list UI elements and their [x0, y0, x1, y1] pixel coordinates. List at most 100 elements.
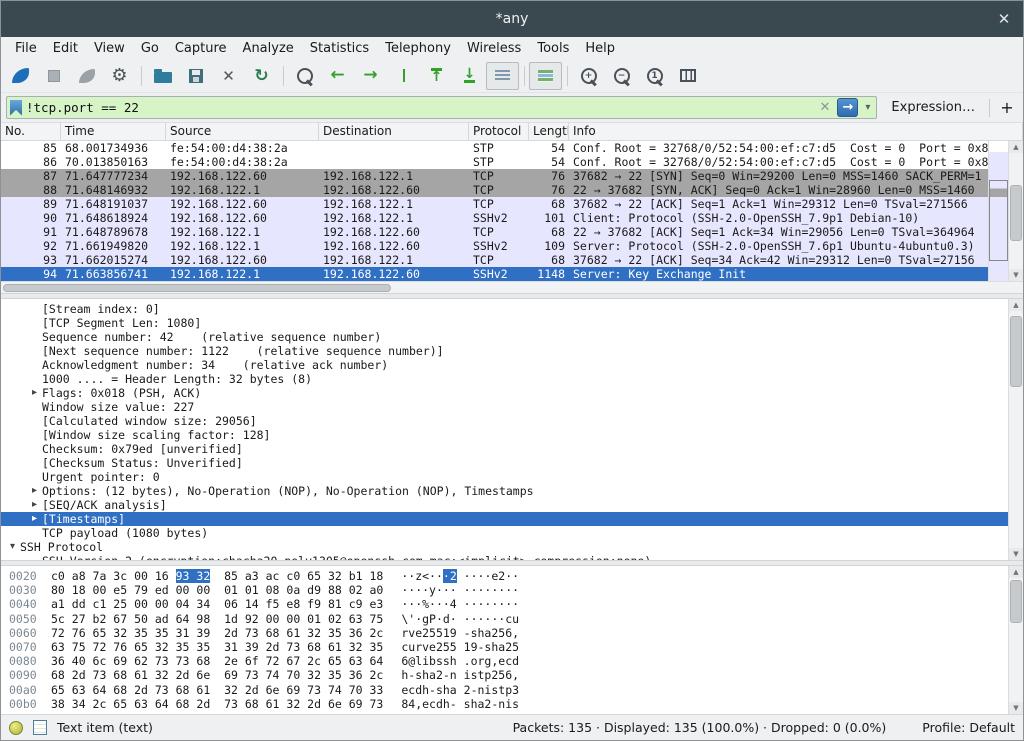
expand-arrow-icon[interactable]: [27, 484, 42, 498]
minimap-viewport[interactable]: [989, 180, 1008, 261]
scrollbar-thumb[interactable]: [1010, 580, 1022, 622]
menu-item[interactable]: Capture: [167, 40, 235, 57]
menu-item[interactable]: Go: [133, 40, 167, 57]
scroll-up-icon[interactable]: [1009, 141, 1023, 153]
packet-row[interactable]: 93 71.662015274 192.168.122.60 192.168.1…: [1, 253, 1023, 267]
clear-filter-icon[interactable]: [816, 100, 833, 115]
details-scrollbar[interactable]: [1008, 299, 1023, 560]
hex-row[interactable]: 0030 80 18 00 e5 79 ed 00 00 01 01 08 0a…: [9, 583, 1023, 597]
expression-button[interactable]: Expression…: [883, 100, 983, 115]
column-header[interactable]: Destination: [319, 123, 469, 140]
save-file-icon[interactable]: [179, 62, 212, 90]
scroll-up-icon[interactable]: [1009, 566, 1023, 578]
detail-line[interactable]: [Calculated window size: 29056]: [1, 414, 1023, 428]
menu-item[interactable]: Wireless: [459, 40, 529, 57]
detail-line[interactable]: Sequence number: 42 (relative sequence n…: [1, 330, 1023, 344]
packet-row[interactable]: 85 68.001734936 fe:54:00:d4:38:2a STP 54…: [1, 141, 1023, 155]
scroll-down-icon[interactable]: [1009, 548, 1023, 560]
menu-item[interactable]: Telephony: [377, 40, 459, 57]
packet-row[interactable]: 89 71.648191037 192.168.122.60 192.168.1…: [1, 197, 1023, 211]
scrollbar-track[interactable]: [1009, 578, 1023, 702]
packet-row[interactable]: 88 71.648146932 192.168.122.1 192.168.12…: [1, 183, 1023, 197]
menu-item[interactable]: View: [86, 40, 133, 57]
close-file-icon[interactable]: [212, 62, 245, 90]
zoom-in-icon[interactable]: [572, 62, 605, 90]
detail-line[interactable]: [Stream index: 0]: [1, 302, 1023, 316]
expert-info-icon[interactable]: [9, 721, 23, 735]
scrollbar-thumb[interactable]: [1010, 316, 1022, 387]
close-button[interactable]: ✕: [989, 1, 1019, 37]
detail-line[interactable]: Acknowledgment number: 34 (relative ack …: [1, 358, 1023, 372]
menu-item[interactable]: File: [7, 40, 45, 57]
detail-line[interactable]: [Next sequence number: 1122 (relative se…: [1, 344, 1023, 358]
scrollbar-track[interactable]: [1009, 311, 1023, 548]
packet-row[interactable]: 87 71.647777234 192.168.122.60 192.168.1…: [1, 169, 1023, 183]
reload-icon[interactable]: [245, 62, 278, 90]
zoom-original-icon[interactable]: [638, 62, 671, 90]
auto-scroll-icon[interactable]: [486, 62, 519, 90]
column-header[interactable]: Length: [529, 123, 569, 140]
scrollbar-thumb[interactable]: [1010, 185, 1022, 241]
detail-line[interactable]: Options: (12 bytes), No-Operation (NOP),…: [1, 484, 1023, 498]
column-header[interactable]: No.: [1, 123, 61, 140]
packet-row[interactable]: 94 71.663856741 192.168.122.1 192.168.12…: [1, 267, 1023, 281]
go-first-icon[interactable]: [420, 62, 453, 90]
column-header[interactable]: Protocol: [469, 123, 529, 140]
go-last-icon[interactable]: [453, 62, 486, 90]
column-header[interactable]: Source: [166, 123, 319, 140]
detail-line[interactable]: [Timestamps]: [1, 512, 1023, 526]
scrollbar-track[interactable]: [1009, 153, 1023, 269]
go-to-packet-icon[interactable]: [387, 62, 420, 90]
packet-list-scrollbar[interactable]: [1008, 141, 1023, 281]
expand-arrow-icon[interactable]: [27, 512, 42, 526]
detail-line[interactable]: [Window size scaling factor: 128]: [1, 428, 1023, 442]
scroll-up-icon[interactable]: [1009, 299, 1023, 311]
scroll-down-icon[interactable]: [1009, 269, 1023, 281]
titlebar[interactable]: *any ✕: [1, 1, 1023, 37]
hex-row[interactable]: 0040 a1 dd c1 25 00 00 04 34 06 14 f5 e8…: [9, 597, 1023, 611]
go-back-icon[interactable]: [321, 62, 354, 90]
hex-row[interactable]: 0020 c0 a8 7a 3c 00 16 93 32 85 a3 ac c0…: [9, 569, 1023, 583]
expand-arrow-icon[interactable]: [5, 540, 20, 554]
start-capture-icon[interactable]: [4, 62, 37, 90]
column-header[interactable]: Info: [569, 123, 1023, 140]
packet-row[interactable]: 91 71.648789678 192.168.122.1 192.168.12…: [1, 225, 1023, 239]
find-packet-icon[interactable]: [288, 62, 321, 90]
colorize-icon[interactable]: [529, 62, 562, 90]
detail-line[interactable]: Urgent pointer: 0: [1, 470, 1023, 484]
packet-row[interactable]: 92 71.661949820 192.168.122.1 192.168.12…: [1, 239, 1023, 253]
detail-line[interactable]: [SEQ/ACK analysis]: [1, 498, 1023, 512]
detail-line[interactable]: [Checksum Status: Unverified]: [1, 456, 1023, 470]
intelligent-scrollbar-minimap[interactable]: [988, 141, 1008, 281]
hex-row[interactable]: 00b0 38 34 2c 65 63 64 68 2d 73 68 61 32…: [9, 697, 1023, 711]
capture-comment-icon[interactable]: [33, 720, 47, 735]
hex-row[interactable]: 0080 36 40 6c 69 62 73 73 68 2e 6f 72 67…: [9, 654, 1023, 668]
column-header[interactable]: Time: [61, 123, 166, 140]
hex-row[interactable]: 0050 5c 27 b2 67 50 ad 64 98 1d 92 00 00…: [9, 612, 1023, 626]
display-filter-field[interactable]: [6, 96, 877, 119]
restart-capture-icon[interactable]: [70, 62, 103, 90]
packet-row[interactable]: 90 71.648618924 192.168.122.60 192.168.1…: [1, 211, 1023, 225]
detail-line[interactable]: SSH Version 2 (encryption:chacha20-poly1…: [1, 554, 1023, 560]
hex-row[interactable]: 0070 63 75 72 76 65 32 35 35 31 39 2d 73…: [9, 640, 1023, 654]
apply-filter-icon[interactable]: [837, 98, 858, 117]
stop-capture-icon[interactable]: [37, 62, 70, 90]
profile-button[interactable]: Profile: Default: [922, 720, 1015, 735]
detail-line[interactable]: SSH Protocol: [1, 540, 1023, 554]
menu-item[interactable]: Help: [577, 40, 623, 57]
menu-item[interactable]: Statistics: [302, 40, 377, 57]
packet-row[interactable]: 86 70.013850163 fe:54:00:d4:38:2a STP 54…: [1, 155, 1023, 169]
detail-line[interactable]: Flags: 0x018 (PSH, ACK): [1, 386, 1023, 400]
hex-scrollbar[interactable]: [1008, 566, 1023, 714]
detail-line[interactable]: Checksum: 0x79ed [unverified]: [1, 442, 1023, 456]
detail-line[interactable]: Window size value: 227: [1, 400, 1023, 414]
go-forward-icon[interactable]: [354, 62, 387, 90]
open-file-icon[interactable]: [146, 62, 179, 90]
detail-line[interactable]: TCP payload (1080 bytes): [1, 526, 1023, 540]
detail-line[interactable]: [TCP Segment Len: 1080]: [1, 316, 1023, 330]
expand-arrow-icon[interactable]: [27, 386, 42, 400]
menu-item[interactable]: Tools: [529, 40, 577, 57]
capture-options-icon[interactable]: [103, 62, 136, 90]
hscrollbar-thumb[interactable]: [3, 284, 391, 292]
menu-item[interactable]: Analyze: [235, 40, 302, 57]
